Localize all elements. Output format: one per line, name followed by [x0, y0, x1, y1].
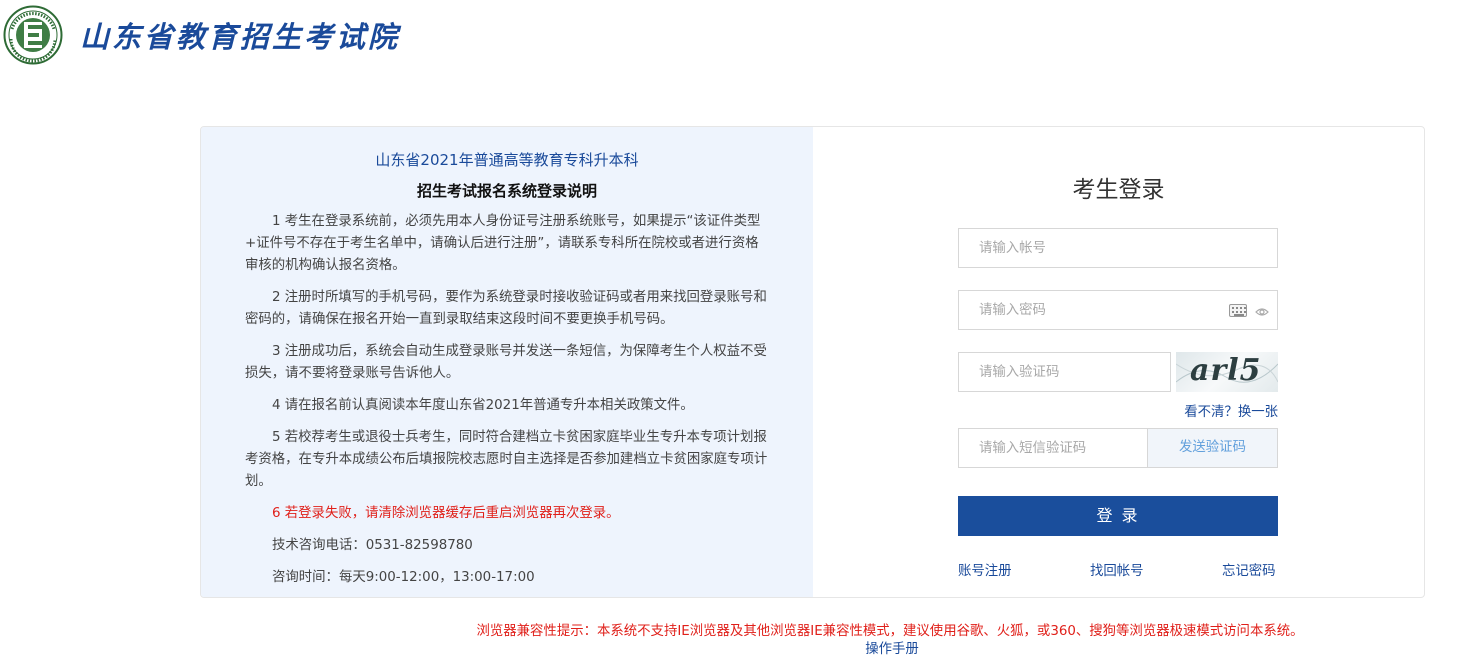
login-panel: 山东省2021年普通高等教育专科升本科 招生考试报名系统登录说明 1 考生在登录…	[200, 126, 1425, 598]
login-button[interactable]: 登 录	[958, 496, 1278, 536]
instructions-title: 山东省2021年普通高等教育专科升本科	[375, 151, 639, 169]
register-link[interactable]: 账号注册	[958, 559, 1012, 579]
school-seal-logo-icon	[3, 5, 63, 65]
eye-icon[interactable]	[1255, 304, 1269, 318]
instruction-item: 2 注册时所填写的手机号码，要作为系统登录时接收验证码或者用来找回登录账号和密码…	[245, 290, 767, 327]
captcha-input[interactable]	[959, 353, 1170, 391]
captcha-field	[958, 352, 1171, 392]
instruction-item: 3 注册成功后，系统会自动生成登录账号并发送一条短信，为保障考生个人权益不受损失…	[245, 344, 767, 381]
password-field	[958, 290, 1278, 330]
instruction-item: 4 请在报名前认真阅读本年度山东省2021年普通专升本相关政策文件。	[272, 398, 694, 413]
sms-code-input[interactable]	[959, 429, 1147, 467]
keyboard-icon[interactable]	[1229, 304, 1247, 317]
instruction-warning: 6 若登录失败，请清除浏览器缓存后重启浏览器再次登录。	[272, 506, 620, 521]
site-title: 山东省教育招生考试院	[80, 20, 401, 54]
captcha-text: arl5	[1190, 353, 1262, 388]
send-sms-code-button[interactable]: 发送验证码	[1148, 428, 1278, 468]
instructions-subtitle: 招生考试报名系统登录说明	[416, 182, 597, 200]
account-input[interactable]	[959, 229, 1277, 267]
instruction-item: 1 考生在登录系统前，必须先用本人身份证号注册系统账号，如果提示“该证件类型+证…	[245, 214, 761, 273]
refresh-captcha-link[interactable]: 看不清？换一张	[1182, 400, 1278, 420]
login-title: 考生登录	[1072, 177, 1165, 203]
recover-account-link[interactable]: 找回帐号	[1090, 559, 1144, 579]
browser-compat-notice: 浏览器兼容性提示：本系统不支持IE浏览器及其他浏览器IE兼容性模式，建议使用谷歌…	[476, 624, 1304, 639]
account-field	[958, 228, 1278, 268]
user-manual-link[interactable]: 操作手册	[0, 637, 1464, 657]
sms-code-field	[958, 428, 1148, 468]
login-form: 考生登录 arl	[813, 127, 1424, 597]
instructions-body: 1 考生在登录系统前，必须先用本人身份证号注册系统账号，如果提示“该证件类型+证…	[245, 211, 771, 597]
login-instructions: 山东省2021年普通高等教育专科升本科 招生考试报名系统登录说明 1 考生在登录…	[201, 127, 813, 597]
support-phone: 技术咨询电话：0531-82598780	[272, 538, 473, 553]
captcha-image[interactable]: arl5	[1176, 352, 1278, 392]
header: 山东省教育招生考试院	[0, 0, 1464, 70]
forgot-password-link[interactable]: 忘记密码	[1222, 559, 1276, 579]
support-hours: 咨询时间：每天9:00-12:00，13:00-17:00	[272, 570, 535, 585]
instruction-item: 5 若校荐考生或退役士兵考生，同时符合建档立卡贫困家庭毕业生专升本专项计划报考资…	[245, 430, 768, 489]
